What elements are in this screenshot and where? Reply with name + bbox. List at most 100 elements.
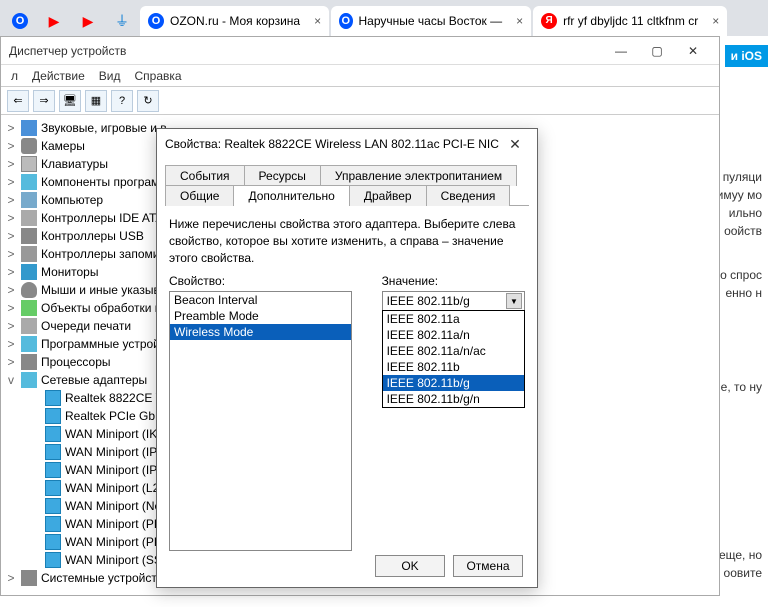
bg-text: о спрос xyxy=(720,268,762,282)
expand-icon[interactable]: > xyxy=(5,571,17,585)
property-item[interactable]: Preamble Mode xyxy=(170,308,351,324)
property-item[interactable]: Beacon Interval xyxy=(170,292,351,308)
device-icon xyxy=(21,228,37,244)
dropdown-option[interactable]: IEEE 802.11b/g xyxy=(383,375,524,391)
device-icon xyxy=(21,120,37,136)
toolbar-fwd-icon[interactable]: ⇒ xyxy=(33,90,55,112)
expand-icon[interactable]: v xyxy=(5,373,17,387)
menu-bar: л Действие Вид Справка xyxy=(1,65,719,87)
device-icon xyxy=(21,192,37,208)
toolbar-help-icon[interactable]: ? xyxy=(111,90,133,112)
window-titlebar[interactable]: Диспетчер устройств — ▢ ✕ xyxy=(1,37,719,65)
close-button[interactable]: ✕ xyxy=(675,41,711,61)
device-icon xyxy=(45,390,61,406)
device-icon xyxy=(21,174,37,190)
tree-item-label: Сетевые адаптеры xyxy=(41,373,147,387)
yt-favicon-icon: ▶ xyxy=(80,13,96,29)
property-listbox[interactable]: Beacon IntervalPreamble ModeWireless Mod… xyxy=(169,291,352,551)
expand-icon[interactable]: > xyxy=(5,139,17,153)
bg-text: пуляци xyxy=(723,170,762,184)
browser-tab[interactable]: ▶ xyxy=(72,6,104,36)
expand-icon[interactable]: > xyxy=(5,211,17,225)
tab-Общие[interactable]: Общие xyxy=(165,185,234,206)
dialog-titlebar[interactable]: Свойства: Realtek 8822CE Wireless LAN 80… xyxy=(157,129,537,159)
dialog-title: Свойства: Realtek 8822CE Wireless LAN 80… xyxy=(165,137,499,151)
tab-close-icon[interactable]: × xyxy=(516,14,523,28)
tab-Драйвер[interactable]: Драйвер xyxy=(349,185,427,206)
browser-tab[interactable]: OOZON.ru - Моя корзина× xyxy=(140,6,329,36)
tab-close-icon[interactable]: × xyxy=(712,14,719,28)
expand-icon[interactable]: > xyxy=(5,355,17,369)
device-icon xyxy=(45,462,61,478)
tree-item-label: Объекты обработки из xyxy=(41,301,167,315)
tab-Дополнительно[interactable]: Дополнительно xyxy=(233,185,349,206)
dropdown-option[interactable]: IEEE 802.11a/n xyxy=(383,327,524,343)
maximize-button[interactable]: ▢ xyxy=(639,41,675,61)
ozon-favicon-icon: O xyxy=(148,13,164,29)
bg-text: еще, но xyxy=(719,548,762,562)
tree-item-label: Мониторы xyxy=(41,265,98,279)
property-label: Свойство: xyxy=(169,274,352,288)
expand-icon[interactable]: > xyxy=(5,121,17,135)
browser-tab[interactable]: Яrfr yf dbyljdc 11 cltkfnm cr× xyxy=(533,6,727,36)
tab-События[interactable]: События xyxy=(165,165,245,186)
device-icon xyxy=(45,534,61,550)
tree-item-label: Камеры xyxy=(41,139,85,153)
tree-item-label: WAN Miniport (IP) xyxy=(65,445,161,459)
tab-Ресурсы[interactable]: Ресурсы xyxy=(244,165,321,186)
property-item[interactable]: Wireless Mode xyxy=(170,324,351,340)
toolbar-view-icon[interactable]: ▦ xyxy=(85,90,107,112)
expand-icon[interactable]: > xyxy=(5,265,17,279)
device-icon xyxy=(45,516,61,532)
tab-Сведения[interactable]: Сведения xyxy=(426,185,511,206)
value-label: Значение: xyxy=(382,274,525,288)
expand-icon[interactable]: > xyxy=(5,229,17,243)
tree-item-label: Контроллеры запомин xyxy=(41,247,166,261)
device-icon xyxy=(21,264,37,280)
menu-item[interactable]: Действие xyxy=(32,69,85,83)
menu-item[interactable]: Вид xyxy=(99,69,121,83)
menu-item[interactable]: Справка xyxy=(135,69,182,83)
browser-tab[interactable]: ⏚ xyxy=(106,6,138,36)
tree-item-label: WAN Miniport (Netv xyxy=(65,499,171,513)
browser-tab[interactable]: OНаручные часы Восток —× xyxy=(331,6,531,36)
expand-icon[interactable]: > xyxy=(5,175,17,189)
expand-icon[interactable]: > xyxy=(5,301,17,315)
os-badge: и iOS xyxy=(725,45,768,67)
chevron-down-icon[interactable]: ▼ xyxy=(506,293,522,309)
tab-close-icon[interactable]: × xyxy=(314,14,321,28)
dropdown-option[interactable]: IEEE 802.11a/n/ac xyxy=(383,343,524,359)
value-combobox[interactable]: IEEE 802.11b/g ▼ xyxy=(382,291,525,311)
expand-icon[interactable]: > xyxy=(5,283,17,297)
dropdown-option[interactable]: IEEE 802.11a xyxy=(383,311,524,327)
expand-icon[interactable]: > xyxy=(5,193,17,207)
expand-icon[interactable]: > xyxy=(5,319,17,333)
value-dropdown[interactable]: IEEE 802.11aIEEE 802.11a/nIEEE 802.11a/n… xyxy=(382,310,525,408)
tree-item-label: Компоненты программн xyxy=(41,175,174,189)
ya-favicon-icon: Я xyxy=(541,13,557,29)
tab-Управление электропитанием[interactable]: Управление электропитанием xyxy=(320,165,517,186)
toolbar-refresh-icon[interactable]: ↻ xyxy=(137,90,159,112)
close-icon[interactable]: ✕ xyxy=(501,134,529,154)
bg-text: енно н xyxy=(725,286,762,300)
expand-icon[interactable]: > xyxy=(5,157,17,171)
toolbar-back-icon[interactable]: ⇐ xyxy=(7,90,29,112)
dropdown-option[interactable]: IEEE 802.11b/g/n xyxy=(383,391,524,407)
toolbar-pc-icon[interactable]: 🖥 xyxy=(59,90,81,112)
device-icon xyxy=(45,444,61,460)
cancel-button[interactable]: Отмена xyxy=(453,555,523,577)
device-icon xyxy=(21,138,37,154)
menu-item[interactable]: л xyxy=(11,69,18,83)
minimize-button[interactable]: — xyxy=(603,41,639,61)
browser-tab[interactable]: O xyxy=(4,6,36,36)
plug-favicon-icon: ⏚ xyxy=(114,13,130,29)
dropdown-option[interactable]: IEEE 802.11b xyxy=(383,359,524,375)
expand-icon[interactable]: > xyxy=(5,337,17,351)
ok-button[interactable]: OK xyxy=(375,555,445,577)
bg-text: оовите xyxy=(724,566,762,580)
browser-tab[interactable]: ▶ xyxy=(38,6,70,36)
expand-icon[interactable]: > xyxy=(5,247,17,261)
tab-label: Наручные часы Восток — xyxy=(359,14,503,28)
device-icon xyxy=(45,552,61,568)
tree-item-label: Компьютер xyxy=(41,193,103,207)
